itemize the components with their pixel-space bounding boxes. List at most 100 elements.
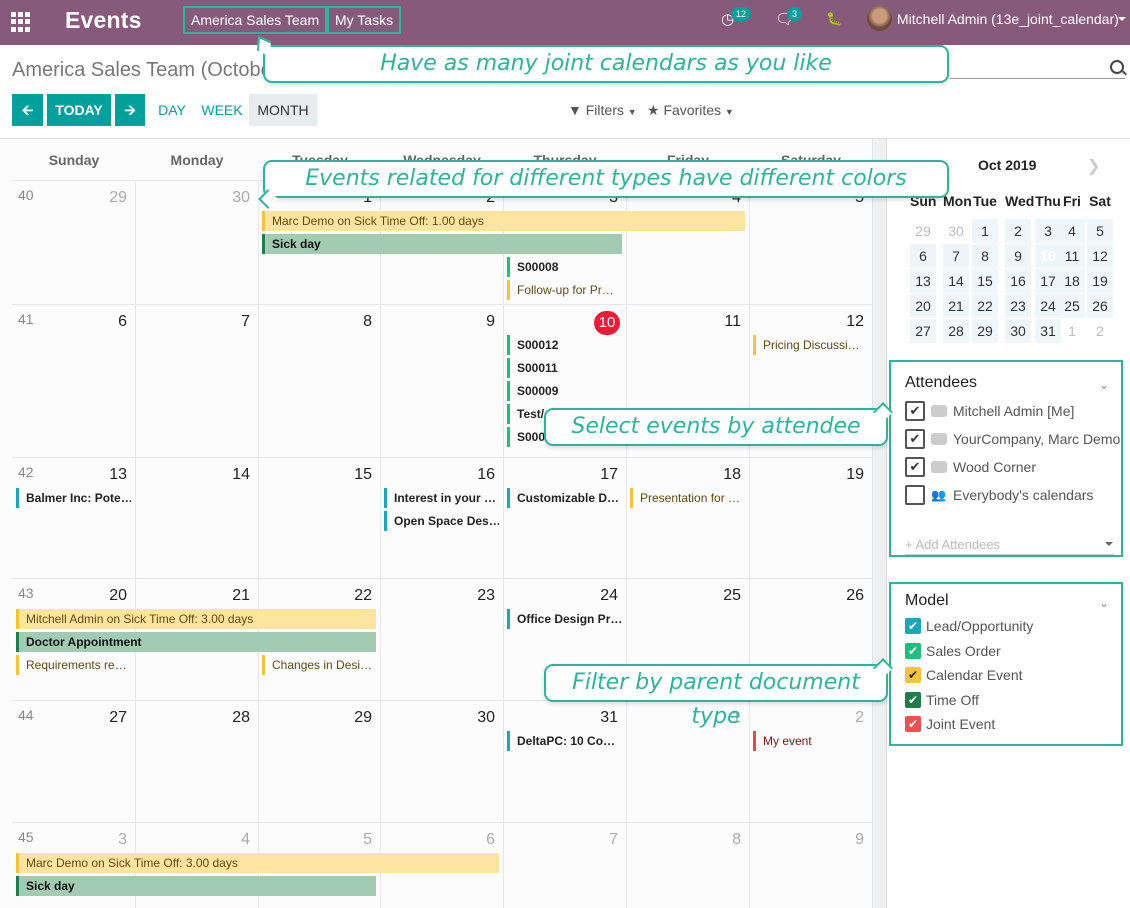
model-checkbox[interactable]: ✔ xyxy=(905,642,921,659)
user-menu[interactable]: Mitchell Admin (13e_joint_calendar) xyxy=(897,11,1119,27)
day-cell[interactable]: 40 29 xyxy=(12,181,135,304)
calendar-event-sick[interactable]: Sick day xyxy=(16,876,376,896)
mini-day[interactable]: 6 xyxy=(910,244,936,268)
chevron-down-icon[interactable]: ⌄ xyxy=(1099,596,1109,610)
mini-day[interactable]: 24 xyxy=(1035,294,1061,318)
calendar-event-sale[interactable]: S00009 xyxy=(507,381,622,401)
day-cell[interactable]: 30 xyxy=(380,701,503,822)
day-cell[interactable]: 15 xyxy=(258,458,380,578)
day-cell[interactable]: 30 xyxy=(135,181,258,304)
attendee-checkbox[interactable]: ✔ xyxy=(905,457,925,477)
mini-day[interactable]: 26 xyxy=(1087,294,1113,318)
mini-day[interactable]: 22 xyxy=(972,294,998,318)
calendar-event-lead[interactable]: DeltaPC: 10 Co… xyxy=(507,731,622,751)
mini-day[interactable]: 20 xyxy=(910,294,936,318)
calendar-event-cal[interactable]: Requirements re… xyxy=(16,655,131,675)
mini-day[interactable]: 11 xyxy=(1059,244,1085,268)
mini-day[interactable]: 29 xyxy=(972,319,998,343)
calendar-event-cal[interactable]: Pricing Discussi… xyxy=(753,335,868,355)
model-checkbox[interactable]: ✔ xyxy=(905,716,921,732)
chevron-down-icon[interactable]: ⌄ xyxy=(1099,378,1109,392)
mini-day[interactable]: 17 xyxy=(1035,269,1061,293)
model-checkbox[interactable]: ✔ xyxy=(905,667,921,683)
today-button[interactable]: TODAY xyxy=(47,94,111,126)
mini-day[interactable]: 16 xyxy=(1005,269,1031,293)
mini-day[interactable]: 9 xyxy=(1005,244,1031,268)
day-cell[interactable]: 9 xyxy=(380,305,503,457)
day-cell[interactable]: 8 xyxy=(258,305,380,457)
mini-day[interactable]: 8 xyxy=(972,244,998,268)
search-input[interactable] xyxy=(950,78,1125,79)
day-cell[interactable]: 7 xyxy=(135,305,258,457)
mini-day[interactable]: 21 xyxy=(943,294,969,318)
day-cell[interactable]: 7 xyxy=(503,823,626,908)
model-filter-item[interactable]: ✔ Calendar Event xyxy=(905,665,1023,685)
add-attendees-input[interactable]: + Add Attendees xyxy=(905,537,1114,555)
mini-day[interactable]: 12 xyxy=(1087,244,1113,268)
mini-day[interactable]: 30 xyxy=(1005,319,1031,343)
view-day-button[interactable]: DAY xyxy=(152,94,192,126)
mini-day[interactable]: 4 xyxy=(1059,219,1085,243)
calendar-event-cal[interactable]: Changes in Desi… xyxy=(262,655,376,675)
calendar-scrollbar[interactable] xyxy=(872,139,886,908)
calendar-event-sick[interactable]: Doctor Appointment xyxy=(16,632,376,652)
day-cell[interactable]: 31 xyxy=(503,701,626,822)
attendee-checkbox[interactable] xyxy=(905,485,925,505)
day-cell[interactable]: 14 xyxy=(135,458,258,578)
mini-day[interactable]: 1 xyxy=(972,219,998,243)
mini-next-month-icon[interactable]: ❯ xyxy=(1087,156,1100,176)
day-cell[interactable]: 2 xyxy=(749,701,872,822)
calendar-event-cal[interactable]: Presentation for … xyxy=(630,488,745,508)
calendar-event-lead[interactable]: Balmer Inc: Pote… xyxy=(16,488,131,508)
attendee-item[interactable]: 👥 Everybody's calendars xyxy=(905,484,1093,506)
mini-day[interactable]: 31 xyxy=(1035,319,1061,343)
calendar-event-timeoff[interactable]: Mitchell Admin on Sick Time Off: 3.00 da… xyxy=(16,609,376,629)
calendar-event-sale[interactable]: S00012 xyxy=(507,335,622,355)
attendee-checkbox[interactable]: ✔ xyxy=(905,429,925,449)
mini-day[interactable]: 2 xyxy=(1005,219,1031,243)
mini-day[interactable]: 27 xyxy=(910,319,936,343)
user-caret-icon[interactable] xyxy=(1118,17,1126,21)
mini-day[interactable]: 29 xyxy=(910,219,936,243)
mini-day[interactable]: 23 xyxy=(1005,294,1031,318)
calendar-event-joint[interactable]: My event xyxy=(753,731,868,751)
day-cell[interactable]: 23 xyxy=(380,579,503,700)
calendar-event-sale[interactable]: S00008 xyxy=(507,257,622,277)
calendar-event-lead[interactable]: Interest in your … xyxy=(384,488,499,508)
user-avatar[interactable] xyxy=(867,6,892,31)
mini-day[interactable]: 15 xyxy=(972,269,998,293)
calendar-event-lead[interactable]: Customizable D… xyxy=(507,488,622,508)
day-cell[interactable]: 28 xyxy=(135,701,258,822)
menu-america-sales-team[interactable]: America Sales Team xyxy=(183,6,328,34)
search-icon[interactable] xyxy=(1110,60,1124,74)
menu-my-tasks[interactable]: My Tasks xyxy=(327,6,402,34)
attendee-item[interactable]: ✔ Wood Corner xyxy=(905,456,1036,478)
filters-dropdown[interactable]: ▼ Filters ▼ xyxy=(568,102,637,118)
calendar-event-timeoff[interactable]: Marc Demo on Sick Time Off: 1.00 days xyxy=(262,211,745,231)
calendar-event-lead[interactable]: Open Space Des… xyxy=(384,511,499,531)
mini-day[interactable]: 18 xyxy=(1059,269,1085,293)
day-cell[interactable]: 44 27 xyxy=(12,701,135,822)
day-cell[interactable]: 4 xyxy=(626,181,749,304)
day-cell[interactable]: 29 xyxy=(258,701,380,822)
model-checkbox[interactable]: ✔ xyxy=(905,618,921,634)
mini-day[interactable]: 28 xyxy=(943,319,969,343)
next-button[interactable]: 🡪 xyxy=(115,94,145,126)
attendee-item[interactable]: ✔ YourCompany, Marc Demo xyxy=(905,428,1120,450)
attendee-checkbox[interactable]: ✔ xyxy=(905,401,925,421)
mini-day[interactable]: 19 xyxy=(1087,269,1113,293)
attendee-item[interactable]: ✔ Mitchell Admin [Me] xyxy=(905,400,1074,422)
day-cell[interactable]: 18 xyxy=(626,458,749,578)
model-filter-item[interactable]: ✔ Time Off xyxy=(905,690,979,710)
day-cell[interactable]: 41 6 xyxy=(12,305,135,457)
mini-day-today[interactable]: 10 xyxy=(1035,244,1061,268)
apps-menu-icon[interactable] xyxy=(11,12,31,32)
mini-day[interactable]: 30 xyxy=(943,219,969,243)
model-filter-item[interactable]: ✔ Lead/Opportunity xyxy=(905,616,1033,636)
mini-day[interactable]: 25 xyxy=(1059,294,1085,318)
mini-day[interactable]: 14 xyxy=(943,269,969,293)
model-filter-item[interactable]: ✔ Joint Event xyxy=(905,714,995,734)
day-cell[interactable]: 42 13 xyxy=(12,458,135,578)
mini-day[interactable]: 2 xyxy=(1087,319,1113,343)
calendar-event-sale[interactable]: S00011 xyxy=(507,358,622,378)
